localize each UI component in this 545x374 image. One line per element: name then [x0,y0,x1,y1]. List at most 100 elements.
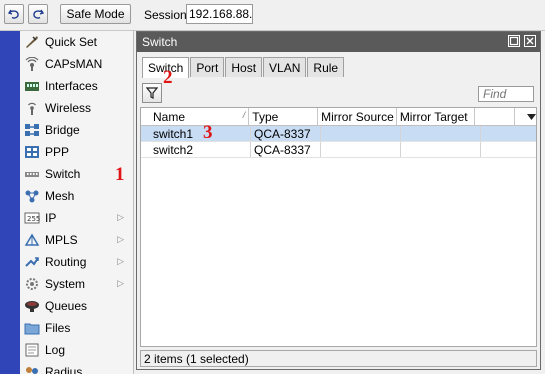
annotation-marker-2: 2 [163,67,173,88]
column-header-mirror-target[interactable]: Mirror Target [397,108,476,125]
table-row[interactable]: switch2 QCA-8337 [141,142,536,158]
sidebar-item-routing[interactable]: Routing ▷ [20,251,133,273]
annotation-marker-1: 1 [115,164,125,185]
sidebar-item-label: Quick Set [45,35,98,49]
submenu-arrow-icon: ▷ [117,212,124,222]
close-icon[interactable] [524,35,536,47]
sidebar-accent-strip [0,31,20,374]
sort-indicator: / [242,110,246,120]
capsman-icon [24,57,40,71]
cell-spacer [481,126,521,141]
sidebar-item-label: Mesh [45,189,75,203]
cell-mirror-source [321,142,401,157]
submenu-arrow-icon: ▷ [117,278,124,288]
column-header-label: Mirror Target [399,109,468,124]
column-header-spacer [475,108,516,125]
switch-icon [24,167,40,181]
sidebar-item-ppp[interactable]: PPP [20,141,133,163]
submenu-arrow-icon: ▷ [117,234,124,244]
sidebar-item-radius[interactable]: Radius [20,361,133,374]
cell-type: QCA-8337 [251,142,321,157]
sidebar-item-wireless[interactable]: Wireless [20,97,133,119]
interfaces-icon [24,79,40,93]
cell-mirror-source [321,126,401,141]
sidebar-item-label: Files [45,321,71,335]
column-header-type[interactable]: Type [249,108,319,125]
sidebar: Quick Set CAPsMAN Interfaces Wireless Br… [20,31,134,374]
filter-icon [146,87,158,99]
sidebar-item-label: Wireless [45,101,92,115]
redo-button[interactable] [28,4,48,24]
switch-window: Switch Switch Port Host VLAN Rule 2 Name… [136,31,541,370]
column-header-mirror-source[interactable]: Mirror Source [318,108,397,125]
sidebar-item-label: Switch [45,167,81,181]
sidebar-item-quick-set[interactable]: Quick Set [20,31,133,53]
sidebar-item-label: Bridge [45,123,80,137]
sidebar-item-files[interactable]: Files [20,317,133,339]
column-header-name[interactable]: Name / [141,108,250,125]
maximize-icon[interactable] [508,35,520,47]
column-header-label: Mirror Source [321,109,394,124]
cell-mirror-target [401,142,481,157]
sidebar-item-label: Log [45,343,66,357]
sidebar-item-switch[interactable]: Switch 1 [20,163,133,185]
sidebar-item-queues[interactable]: Queues [20,295,133,317]
queues-icon [24,299,40,313]
sidebar-item-label: CAPsMAN [45,57,103,71]
sidebar-item-bridge[interactable]: Bridge [20,119,133,141]
sidebar-item-ip[interactable]: 255 IP ▷ [20,207,133,229]
radius-icon [24,365,40,374]
cell-name: switch1 [141,126,251,141]
session-value-field[interactable]: 192.168.88.1 [186,4,253,24]
annotation-marker-3: 3 [203,122,213,143]
sidebar-item-log[interactable]: Log [20,339,133,361]
undo-icon [8,9,19,19]
sidebar-item-mesh[interactable]: Mesh [20,185,133,207]
undo-button[interactable] [4,4,24,24]
sidebar-item-label: Queues [45,299,88,313]
system-icon [24,277,40,291]
sidebar-item-capsman[interactable]: CAPsMAN [20,53,133,75]
sidebar-item-label: Interfaces [45,79,98,93]
table-row[interactable]: switch1 QCA-8337 3 [141,122,536,143]
filter-button[interactable] [142,83,162,103]
cell-name: switch2 [141,142,251,157]
window-title-bar[interactable]: Switch [137,32,540,52]
routing-icon [24,255,40,269]
ppp-icon [24,145,40,159]
quick-set-icon [24,35,40,49]
wireless-icon [24,101,40,115]
table-header: Name / Type Mirror Source Mirror Target [141,108,537,126]
sidebar-item-label: MPLS [45,233,78,247]
sidebar-item-label: PPP [45,145,70,159]
mpls-icon [24,233,40,247]
sidebar-item-label: Routing [45,255,87,269]
session-label: Session: [144,8,191,22]
redo-icon [33,9,44,19]
column-menu-button[interactable] [515,108,537,125]
switch-table: Name / Type Mirror Source Mirror Target … [140,107,537,347]
column-header-label: Type [252,109,279,124]
sidebar-item-system[interactable]: System ▷ [20,273,133,295]
sidebar-item-interfaces[interactable]: Interfaces [20,75,133,97]
cell-type: QCA-8337 [251,126,321,141]
dropdown-arrow-icon [527,113,537,120]
sidebar-item-label: System [45,277,86,291]
mesh-icon [24,189,40,203]
cell-spacer [481,142,521,157]
find-field[interactable] [478,86,534,102]
top-toolbar: Safe Mode Session: 192.168.88.1 [0,0,545,31]
sidebar-item-mpls[interactable]: MPLS ▷ [20,229,133,251]
tab-host[interactable]: Host [225,57,263,77]
tab-rule[interactable]: Rule [307,57,345,77]
safe-mode-button[interactable]: Safe Mode [60,4,131,24]
column-header-label: Name [153,109,186,124]
svg-text:255: 255 [27,215,40,223]
tab-port[interactable]: Port [190,57,225,77]
find-input[interactable] [479,87,533,101]
tab-vlan[interactable]: VLAN [263,57,307,77]
sidebar-item-label: IP [45,211,57,225]
cell-mirror-target [401,126,481,141]
window-title: Switch [142,35,178,49]
status-bar: 2 items (1 selected) [140,350,537,367]
